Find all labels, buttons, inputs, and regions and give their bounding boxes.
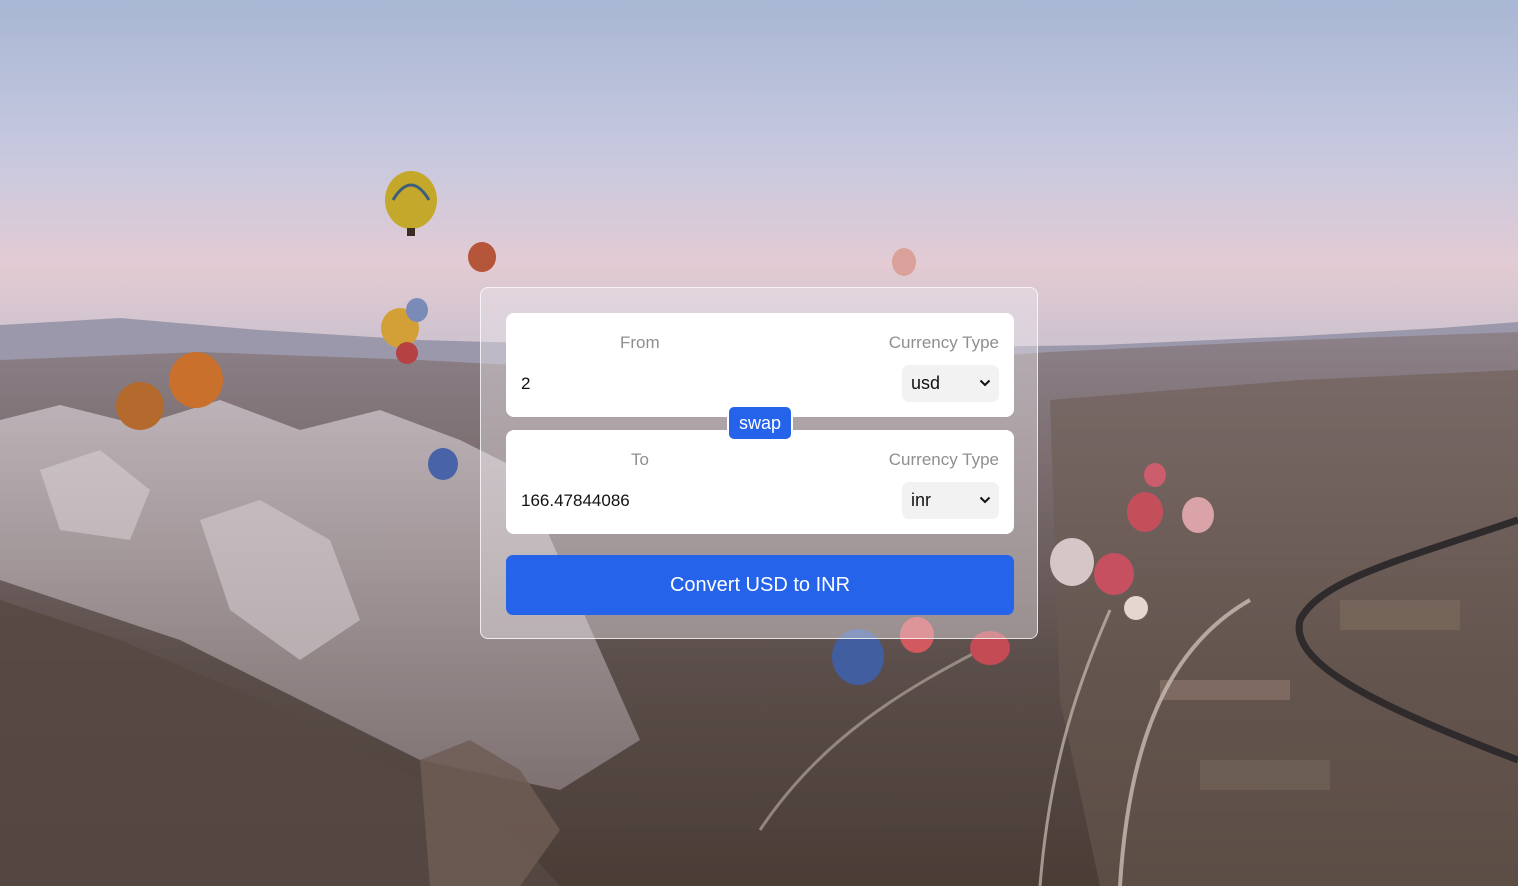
chevron-down-icon [979, 379, 991, 387]
to-currency-value: inr [911, 490, 932, 510]
convert-button[interactable]: Convert USD to INR [506, 555, 1014, 615]
to-currency-type-label: Currency Type [888, 450, 999, 469]
chevron-down-icon [979, 496, 991, 504]
from-currency-type-label: Currency Type [888, 333, 999, 352]
to-label: To [631, 450, 649, 469]
converter-card: From Currency Type usd To Currency Type … [480, 287, 1038, 639]
from-currency-value: usd [911, 373, 941, 393]
from-amount-input[interactable] [521, 371, 881, 397]
to-panel: To Currency Type inr [506, 430, 1014, 534]
from-panel: From Currency Type usd [506, 313, 1014, 417]
to-currency-select[interactable]: inr [902, 482, 999, 519]
from-label: From [620, 333, 660, 352]
from-currency-select[interactable]: usd [902, 365, 999, 402]
to-amount-input[interactable] [521, 488, 881, 514]
swap-button[interactable]: swap [727, 405, 793, 441]
